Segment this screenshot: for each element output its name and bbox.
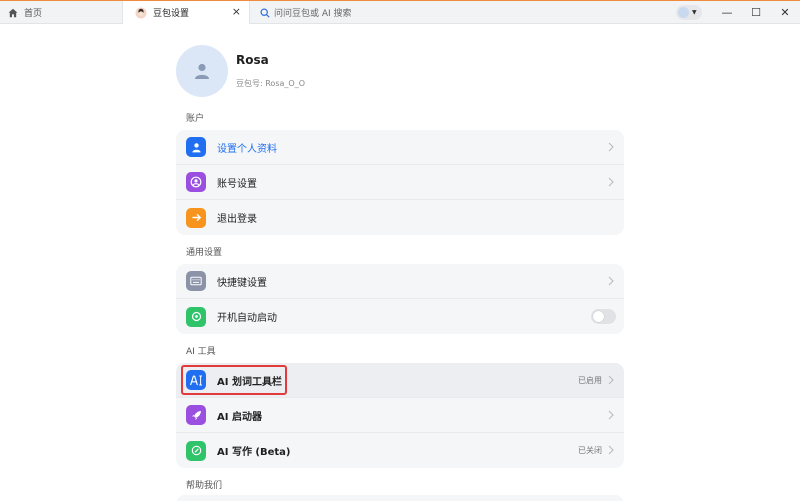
highlight-box (181, 365, 287, 395)
row-logout[interactable]: 退出登录 (176, 200, 624, 235)
general-card: 快捷键设置 开机自动启动 (176, 264, 624, 334)
profile-avatar[interactable] (176, 45, 228, 97)
section-general-title: 通用设置 (186, 248, 223, 258)
minimize-button[interactable]: — (712, 1, 742, 24)
doubao-logo-icon (135, 7, 147, 18)
row-autostart-label: 开机自动启动 (217, 313, 277, 324)
row-ai-launcher[interactable]: AI 启动器 (176, 398, 624, 433)
maximize-button[interactable]: ☐ (741, 1, 771, 24)
close-tab-icon[interactable]: × (232, 6, 241, 18)
tab-search-label: 问问豆包或 AI 搜索 (274, 9, 352, 19)
toggle-knob (593, 311, 604, 322)
row-autostart: 开机自动启动 (176, 299, 624, 334)
section-account-title: 账户 (186, 114, 205, 124)
help-card (176, 495, 624, 501)
user-menu-button[interactable]: ▼ (676, 5, 702, 20)
row-shortcut-settings[interactable]: 快捷键设置 (176, 264, 624, 299)
pen-icon (186, 440, 206, 461)
row-account-settings-label: 账号设置 (217, 178, 257, 190)
section-help-title: 帮助我们 (186, 481, 223, 491)
profile-name: Rosa (236, 53, 269, 67)
row-ai-launcher-label: AI 启动器 (217, 411, 262, 423)
tab-settings[interactable]: 豆包设置 × (122, 1, 250, 24)
row-shortcut-settings-label: 快捷键设置 (217, 277, 267, 289)
row-edit-profile-label: 设置个人资料 (217, 143, 277, 155)
profile-id: 豆包号: Rosa_O_O (236, 79, 305, 88)
account-card: 设置个人资料 账号设置 退出登录 (176, 130, 624, 235)
chevron-right-icon (608, 410, 614, 420)
chevron-right-icon (608, 142, 614, 152)
autostart-toggle[interactable] (591, 309, 616, 324)
tab-search[interactable]: 问问豆包或 AI 搜索 (254, 1, 454, 24)
row-logout-label: 退出登录 (217, 214, 257, 225)
user-icon (195, 63, 209, 79)
chevron-right-icon (608, 177, 614, 187)
row-account-settings[interactable]: 账号设置 (176, 165, 624, 200)
search-icon (260, 7, 270, 18)
chevron-right-icon (608, 445, 614, 455)
chevron-right-icon (608, 375, 614, 385)
keyboard-icon (186, 271, 206, 291)
tab-home[interactable]: 首页 (0, 1, 122, 24)
row-ai-writing[interactable]: AI 写作 (Beta) 已关闭 (176, 433, 624, 468)
row-ai-writing-label: AI 写作 (Beta) (217, 447, 291, 458)
avatar (678, 7, 689, 18)
close-window-button[interactable]: ✕ (770, 1, 800, 24)
chevron-right-icon (608, 276, 614, 286)
arrow-right-icon (186, 207, 206, 228)
account-circle-icon (186, 172, 206, 192)
title-bar: 首页 豆包设置 × 问问豆包或 AI 搜索 ▼ — ☐ ✕ (0, 0, 800, 24)
section-ai-tools-title: AI 工具 (186, 347, 216, 357)
tab-settings-label: 豆包设置 (153, 9, 190, 19)
chevron-down-icon: ▼ (692, 9, 697, 16)
rocket-icon (186, 405, 206, 425)
home-icon (8, 8, 18, 17)
user-icon (186, 137, 206, 157)
ai-writing-status: 已关闭 (578, 446, 602, 455)
tab-home-label: 首页 (24, 9, 43, 19)
ai-toolbar-status: 已启用 (578, 376, 602, 385)
row-edit-profile[interactable]: 设置个人资料 (176, 130, 624, 165)
power-icon (186, 306, 206, 327)
